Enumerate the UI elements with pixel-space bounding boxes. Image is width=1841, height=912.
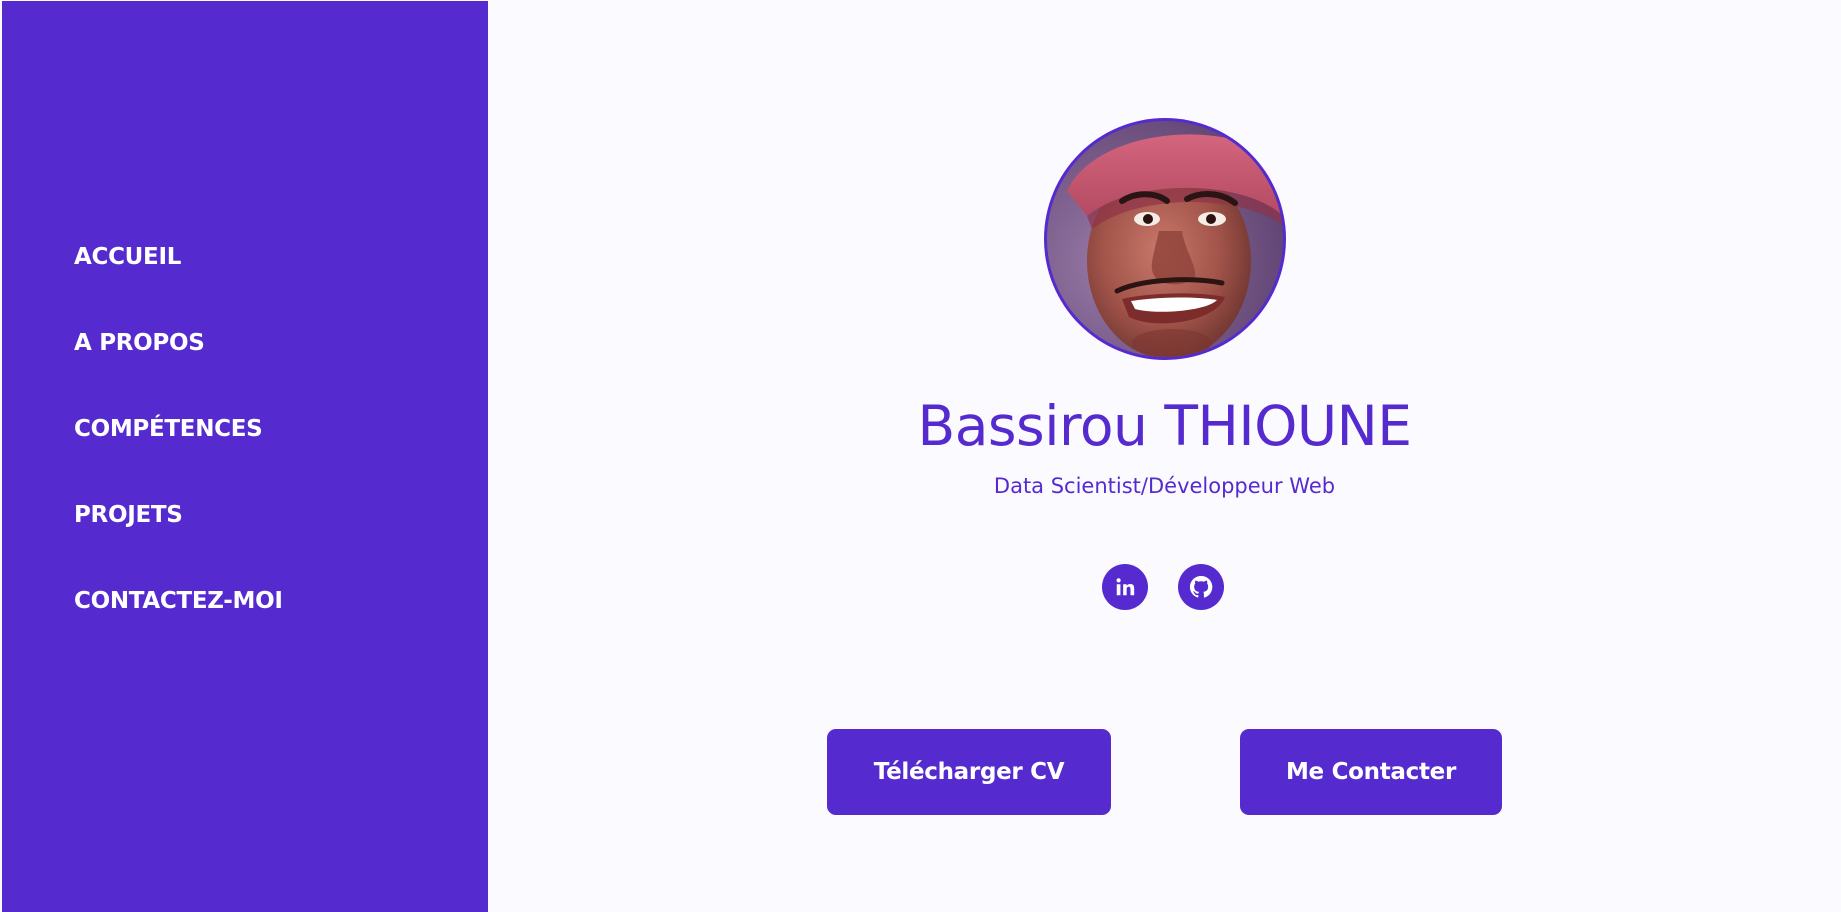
sidebar-nav: ACCUEIL A PROPOS COMPÉTENCES PROJETS CON… — [74, 243, 283, 615]
linkedin-icon — [1116, 578, 1135, 596]
sidebar-item-a-propos[interactable]: A PROPOS — [74, 329, 283, 357]
profile-name: Bassirou THIOUNE — [917, 394, 1412, 458]
main-content: Bassirou THIOUNE Data Scientist/Développ… — [488, 0, 1841, 912]
avatar-frame — [1044, 118, 1286, 360]
linkedin-link[interactable] — [1102, 564, 1148, 610]
profile-subtitle: Data Scientist/Développeur Web — [993, 474, 1336, 498]
contact-button[interactable]: Me Contacter — [1240, 729, 1502, 815]
download-cv-button[interactable]: Télécharger CV — [827, 729, 1111, 815]
sidebar-item-contactez-moi[interactable]: CONTACTEZ-MOI — [74, 587, 283, 615]
sidebar-item-competences[interactable]: COMPÉTENCES — [74, 415, 283, 443]
sidebar: ACCUEIL A PROPOS COMPÉTENCES PROJETS CON… — [2, 1, 488, 912]
github-link[interactable] — [1178, 564, 1224, 610]
page: ACCUEIL A PROPOS COMPÉTENCES PROJETS CON… — [0, 0, 1841, 912]
sidebar-item-projets[interactable]: PROJETS — [74, 501, 283, 529]
sidebar-item-accueil[interactable]: ACCUEIL — [74, 243, 283, 271]
social-links — [1102, 564, 1224, 610]
avatar — [1047, 121, 1283, 357]
github-icon — [1189, 575, 1213, 598]
